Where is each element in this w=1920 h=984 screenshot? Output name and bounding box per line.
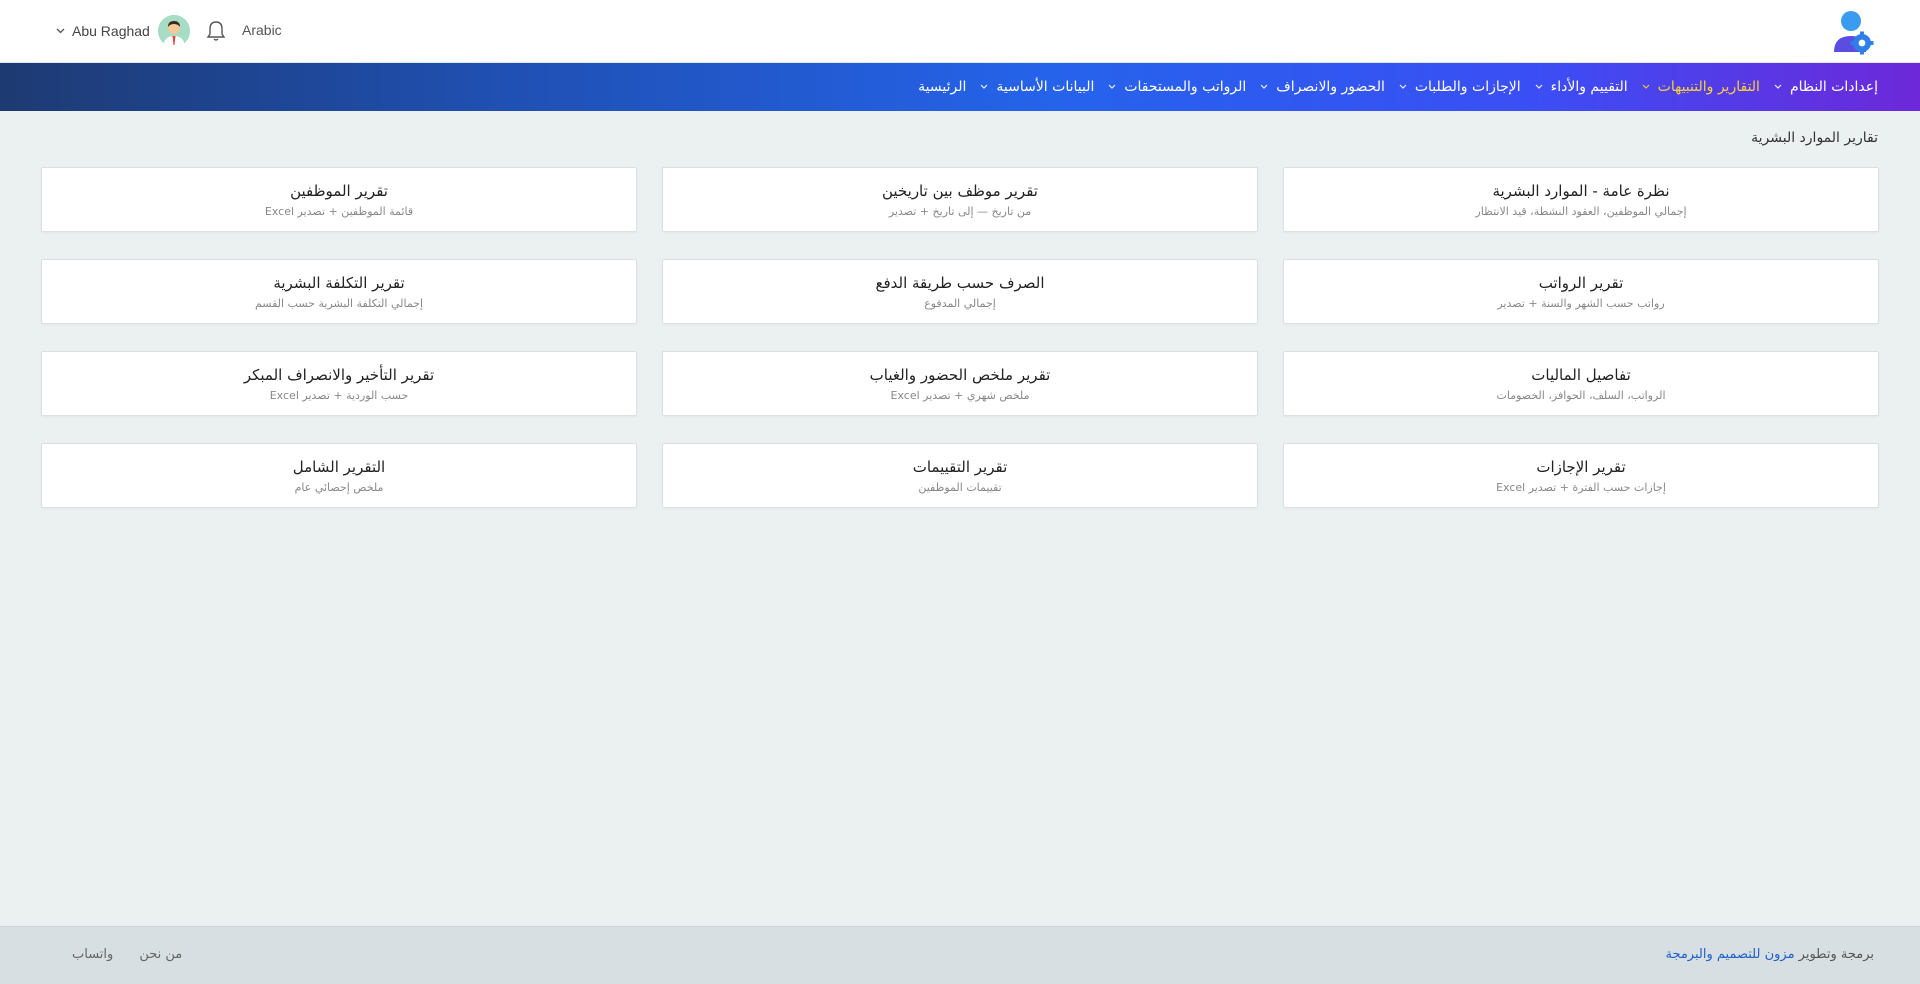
chevron-down-icon xyxy=(980,82,988,92)
report-card-title: تقرير التقييمات xyxy=(912,457,1008,476)
report-card-subtitle: من تاريخ — إلى تاريخ + تصدير xyxy=(888,204,1032,218)
report-card-subtitle: ملخص إحصائي عام xyxy=(294,480,384,494)
report-card-subtitle: إجازات حسب الفترة + تصدير Excel xyxy=(1496,480,1666,494)
report-card[interactable]: نظرة عامة - الموارد البشرية إجمالي الموظف… xyxy=(1283,167,1879,232)
nav-item-label: البيانات الأساسية xyxy=(996,79,1095,95)
report-card-subtitle: إجمالي الموظفين، العقود النشطة، قيد الان… xyxy=(1475,204,1687,218)
report-card[interactable]: تقرير الرواتب رواتب حسب الشهر والسنة + تص… xyxy=(1283,259,1879,324)
report-card-title: تفاصيل الماليات xyxy=(1531,365,1631,384)
user-menu[interactable]: Abu Raghad xyxy=(56,14,190,48)
nav-item-label: الإجازات والطلبات xyxy=(1414,79,1521,95)
main-nav: الرئيسية البيانات الأساسية الرواتب والمستح… xyxy=(0,63,1920,111)
report-card-title: نظرة عامة - الموارد البشرية xyxy=(1492,181,1670,200)
chevron-down-icon xyxy=(1642,82,1650,92)
report-card-subtitle: إجمالي التكلفة البشرية حسب القسم xyxy=(254,296,424,310)
report-card-title: الصرف حسب طريقة الدفع xyxy=(875,273,1045,292)
nav-item-label: التقارير والتنبيهات xyxy=(1657,79,1760,95)
report-card[interactable]: تقرير التكلفة البشرية إجمالي التكلفة البش… xyxy=(41,259,637,324)
nav-item-3[interactable]: الحضور والانصراف xyxy=(1260,79,1385,95)
report-card-title: تقرير ملخص الحضور والغياب xyxy=(869,365,1051,384)
report-cards-grid: نظرة عامة - الموارد البشرية إجمالي الموظف… xyxy=(41,167,1879,508)
app-logo-icon[interactable] xyxy=(1832,10,1876,56)
report-card[interactable]: الصرف حسب طريقة الدفع إجمالي المدفوع xyxy=(662,259,1258,324)
nav-item-6[interactable]: التقارير والتنبيهات xyxy=(1642,79,1760,95)
chevron-down-icon xyxy=(1399,82,1407,92)
report-card-title: تقرير موظف بين تاريخين xyxy=(882,181,1038,200)
footer-link-0[interactable]: من نحن xyxy=(139,947,182,962)
report-card[interactable]: التقرير الشامل ملخص إحصائي عام xyxy=(41,443,637,508)
report-card-subtitle: ملخص شهري + تصدير Excel xyxy=(890,388,1030,402)
footer-links: من نحن واتساب xyxy=(46,947,182,962)
chevron-down-icon xyxy=(1774,82,1782,92)
avatar[interactable] xyxy=(157,15,190,47)
report-card[interactable]: تفاصيل الماليات الرواتب، السلف، الحوافز، … xyxy=(1283,351,1879,416)
footer: برمجة وتطوير مزون للتصميم والبرمجة من نح… xyxy=(0,926,1920,984)
chevron-down-icon xyxy=(1260,82,1268,92)
chevron-down-icon xyxy=(1108,82,1116,92)
report-card[interactable]: تقرير موظف بين تاريخين من تاريخ — إلى تار… xyxy=(662,167,1258,232)
nav-item-label: الرواتب والمستحقات xyxy=(1124,79,1247,95)
report-card-title: تقرير التأخير والانصراف المبكر xyxy=(243,365,435,384)
report-card-subtitle: إجمالي المدفوع xyxy=(924,296,996,310)
report-card-title: التقرير الشامل xyxy=(292,457,386,476)
report-card-subtitle: الرواتب، السلف، الحوافز، الخصومات xyxy=(1496,388,1666,402)
bell-icon[interactable] xyxy=(206,20,226,42)
nav-item-label: الرئيسية xyxy=(918,79,967,95)
report-card[interactable]: تقرير التأخير والانصراف المبكر حسب الوردي… xyxy=(41,351,637,416)
footer-credit-prefix: برمجة وتطوير xyxy=(1794,947,1874,962)
nav-item-label: الحضور والانصراف xyxy=(1276,79,1385,95)
top-bar: Abu Raghad Arabic xyxy=(0,0,1920,63)
report-card-title: تقرير الموظفين xyxy=(290,181,388,200)
language-switch[interactable]: Arabic xyxy=(242,22,282,38)
nav-item-0[interactable]: الرئيسية xyxy=(918,79,966,95)
nav-item-label: إعدادات النظام xyxy=(1789,79,1878,95)
nav-list: الرئيسية البيانات الأساسية الرواتب والمستح… xyxy=(896,63,1878,111)
nav-item-2[interactable]: الرواتب والمستحقات xyxy=(1108,79,1246,95)
report-card-subtitle: تقييمات الموظفين xyxy=(918,480,1002,494)
nav-item-5[interactable]: التقييم والأداء xyxy=(1535,79,1628,95)
report-card-subtitle: حسب الوردية + تصدير Excel xyxy=(269,388,409,402)
report-card-subtitle: قائمة الموظفين + تصدير Excel xyxy=(264,204,414,218)
nav-item-label: التقييم والأداء xyxy=(1550,79,1628,95)
chevron-down-icon xyxy=(1535,82,1543,92)
report-card-title: تقرير التكلفة البشرية xyxy=(273,273,405,292)
user-name: Abu Raghad xyxy=(72,23,150,39)
report-card[interactable]: تقرير الإجازات إجازات حسب الفترة + تصدير … xyxy=(1283,443,1879,508)
footer-credit: برمجة وتطوير مزون للتصميم والبرمجة xyxy=(1665,947,1874,962)
report-card-subtitle: رواتب حسب الشهر والسنة + تصدير xyxy=(1497,296,1665,310)
footer-link-1[interactable]: واتساب xyxy=(72,947,113,962)
report-card[interactable]: تقرير الموظفين قائمة الموظفين + تصدير Exc… xyxy=(41,167,637,232)
report-card-title: تقرير الرواتب xyxy=(1538,273,1624,292)
footer-brand-link[interactable]: مزون للتصميم والبرمجة xyxy=(1665,947,1794,962)
chevron-down-icon xyxy=(56,26,66,37)
nav-item-4[interactable]: الإجازات والطلبات xyxy=(1399,79,1521,95)
nav-item-1[interactable]: البيانات الأساسية xyxy=(980,79,1094,95)
report-card[interactable]: تقرير التقييمات تقييمات الموظفين xyxy=(662,443,1258,508)
nav-item-7[interactable]: إعدادات النظام xyxy=(1774,79,1878,95)
report-card-title: تقرير الإجازات xyxy=(1536,457,1626,476)
page-title: تقارير الموارد البشرية xyxy=(1751,130,1878,146)
report-card[interactable]: تقرير ملخص الحضور والغياب ملخص شهري + تصد… xyxy=(662,351,1258,416)
